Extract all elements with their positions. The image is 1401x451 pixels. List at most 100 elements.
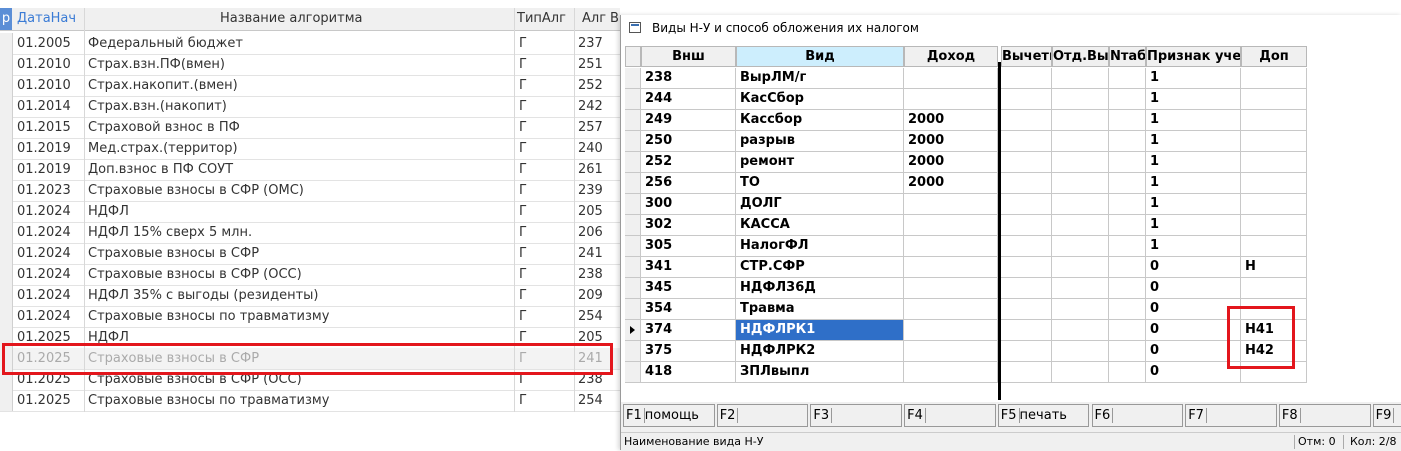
table-row[interactable]: 01.2024 Страховые взносы в СФР Г 241 — [0, 243, 620, 265]
cell-dohod[interactable]: 2000 — [904, 152, 998, 173]
table-row[interactable]: 01.2019 Мед.страх.(территор) Г 240 — [0, 138, 620, 160]
cell-vid[interactable]: КасСбор — [736, 89, 904, 110]
table-row[interactable]: 01.2023 Страховые взносы в СФР (ОМС) Г 239 — [0, 180, 620, 202]
cell-ntab[interactable] — [1109, 278, 1146, 299]
cell-ntab[interactable] — [1109, 341, 1146, 362]
grid-row[interactable]: 374 НДФЛРК1 0 Н41 — [625, 320, 1307, 341]
fkey-f1-button[interactable]: F1 помощь — [623, 404, 715, 427]
header-extra[interactable]: В — [610, 8, 619, 30]
cell-vid[interactable]: НалогФЛ — [736, 236, 904, 257]
grid-row[interactable]: 300 ДОЛГ 1 — [625, 194, 1307, 215]
cell-vychety[interactable] — [1001, 320, 1052, 341]
cell-otd-vych[interactable] — [1052, 131, 1109, 152]
cell-ntab[interactable] — [1109, 257, 1146, 278]
cell-vid[interactable]: ЗПЛвыпл — [736, 362, 904, 383]
cell-vid[interactable]: КАССА — [736, 215, 904, 236]
cell-vychety[interactable] — [1001, 131, 1052, 152]
column-header[interactable]: Nтаб — [1109, 46, 1146, 67]
cell-dohod[interactable] — [904, 257, 998, 278]
column-header[interactable]: Доход — [904, 46, 998, 67]
table-row[interactable]: 01.2019 Доп.взнос в ПФ СОУТ Г 261 — [0, 159, 620, 181]
cell-otd-vych[interactable] — [1052, 68, 1109, 89]
column-header[interactable]: Признак учет — [1146, 46, 1241, 67]
cell-otd-vych[interactable] — [1052, 362, 1109, 383]
cell-vnsh[interactable]: 238 — [641, 68, 736, 89]
cell-dop[interactable] — [1241, 110, 1307, 131]
cell-vychety[interactable] — [1001, 89, 1052, 110]
fkey-f5-button[interactable]: F5 печать — [997, 404, 1090, 427]
header-name[interactable]: Название алгоритма — [220, 8, 362, 30]
cell-ntab[interactable] — [1109, 152, 1146, 173]
cell-priznak[interactable]: 0 — [1146, 257, 1241, 278]
cell-dohod[interactable] — [904, 278, 998, 299]
cell-priznak[interactable]: 1 — [1146, 152, 1241, 173]
cell-dop[interactable] — [1241, 131, 1307, 152]
fkey-f8-button[interactable]: F8 — [1278, 404, 1371, 427]
cell-vid[interactable]: ТО — [736, 173, 904, 194]
cell-dohod[interactable] — [904, 320, 998, 341]
cell-vnsh[interactable]: 256 — [641, 173, 736, 194]
cell-vid[interactable]: НДФЛРК1 — [736, 320, 904, 341]
cell-vychety[interactable] — [1001, 194, 1052, 215]
cell-dohod[interactable] — [904, 89, 998, 110]
cell-vychety[interactable] — [1001, 299, 1052, 320]
cell-otd-vych[interactable] — [1052, 320, 1109, 341]
grid-row[interactable]: 244 КасСбор 1 — [625, 89, 1307, 110]
cell-vnsh[interactable]: 250 — [641, 131, 736, 152]
cell-dop[interactable] — [1241, 236, 1307, 257]
cell-vid[interactable]: ремонт — [736, 152, 904, 173]
cell-ntab[interactable] — [1109, 299, 1146, 320]
table-row[interactable]: 01.2010 Страх.накопит.(вмен) Г 252 — [0, 75, 620, 97]
cell-dohod[interactable] — [904, 68, 998, 89]
grid-row[interactable]: 375 НДФЛРК2 0 Н42 — [625, 341, 1307, 362]
fkey-f9-button[interactable]: F9 — [1372, 404, 1401, 427]
cell-vychety[interactable] — [1001, 236, 1052, 257]
fkey-f2-button[interactable]: F2 — [716, 404, 809, 427]
cell-otd-vych[interactable] — [1052, 215, 1109, 236]
table-row[interactable]: 01.2025 Страховые взносы по травматизму Г 2… — [0, 390, 620, 412]
cell-vnsh[interactable]: 305 — [641, 236, 736, 257]
cell-otd-vych[interactable] — [1052, 173, 1109, 194]
table-row[interactable]: 01.2015 Страховой взнос в ПФ Г 257 — [0, 117, 620, 139]
cell-otd-vych[interactable] — [1052, 236, 1109, 257]
cell-vnsh[interactable]: 300 — [641, 194, 736, 215]
cell-dohod[interactable]: 2000 — [904, 173, 998, 194]
grid-row[interactable]: 345 НДФЛ36Д 0 — [625, 278, 1307, 299]
cell-otd-vych[interactable] — [1052, 110, 1109, 131]
cell-dohod[interactable] — [904, 236, 998, 257]
cell-vid[interactable]: ВырЛМ/г — [736, 68, 904, 89]
cell-vychety[interactable] — [1001, 278, 1052, 299]
table-row[interactable]: 01.2014 Страх.взн.(накопит) Г 242 — [0, 96, 620, 118]
cell-vnsh[interactable]: 249 — [641, 110, 736, 131]
table-row[interactable]: 01.2005 Федеральный бюджет Г 237 — [0, 33, 620, 55]
table-row[interactable]: 01.2024 НДФЛ 15% сверх 5 млн. Г 206 — [0, 222, 620, 244]
grid-row[interactable]: 302 КАССА 1 — [625, 215, 1307, 236]
cell-priznak[interactable]: 1 — [1146, 110, 1241, 131]
cell-vychety[interactable] — [1001, 68, 1052, 89]
cell-dohod[interactable]: 2000 — [904, 131, 998, 152]
cell-ntab[interactable] — [1109, 320, 1146, 341]
cell-dop[interactable] — [1241, 194, 1307, 215]
cell-vnsh[interactable]: 345 — [641, 278, 736, 299]
cell-vnsh[interactable]: 374 — [641, 320, 736, 341]
cell-vychety[interactable] — [1001, 215, 1052, 236]
fkey-f7-button[interactable]: F7 — [1185, 404, 1277, 427]
cell-priznak[interactable]: 1 — [1146, 89, 1241, 110]
grid-row[interactable]: 354 Травма 0 — [625, 299, 1307, 320]
grid-row[interactable]: 256 ТО 2000 1 — [625, 173, 1307, 194]
cell-otd-vych[interactable] — [1052, 194, 1109, 215]
cell-dohod[interactable] — [904, 362, 998, 383]
fkey-f4-button[interactable]: F4 — [904, 404, 996, 427]
cell-vychety[interactable] — [1001, 362, 1052, 383]
header-alg[interactable]: Алг — [582, 8, 606, 30]
table-row[interactable]: 01.2024 НДФЛ Г 205 — [0, 201, 620, 223]
cell-otd-vych[interactable] — [1052, 152, 1109, 173]
table-row[interactable]: 01.2010 Страх.взн.ПФ(вмен) Г 251 — [0, 54, 620, 76]
cell-vid[interactable]: НДФЛРК2 — [736, 341, 904, 362]
cell-vychety[interactable] — [1001, 257, 1052, 278]
cell-vnsh[interactable]: 252 — [641, 152, 736, 173]
cell-vychety[interactable] — [1001, 110, 1052, 131]
cell-ntab[interactable] — [1109, 215, 1146, 236]
column-header[interactable]: Вид — [736, 46, 904, 67]
cell-ntab[interactable] — [1109, 236, 1146, 257]
